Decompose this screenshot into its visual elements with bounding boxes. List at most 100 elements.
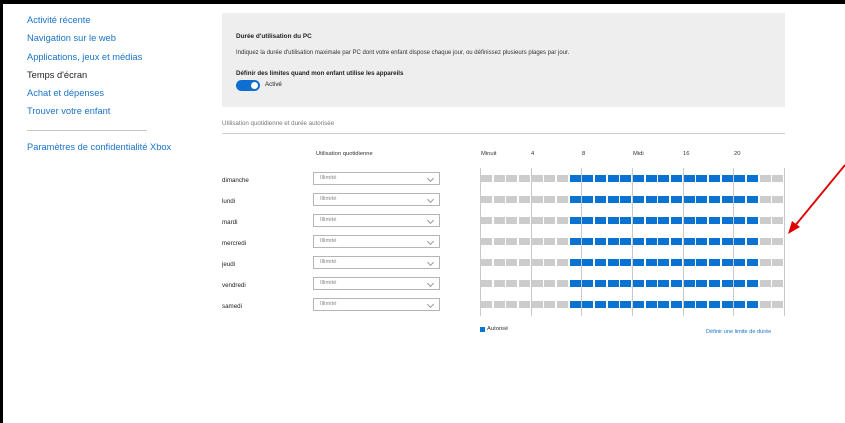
time-slot[interactable] — [620, 280, 632, 287]
time-slot[interactable] — [594, 175, 607, 182]
time-slot[interactable] — [493, 217, 505, 224]
time-slot[interactable] — [569, 280, 581, 287]
time-slot[interactable] — [493, 238, 505, 245]
time-slot[interactable] — [683, 280, 695, 287]
time-slot[interactable] — [557, 301, 569, 308]
time-slot[interactable] — [481, 238, 493, 245]
time-slot[interactable] — [632, 238, 645, 245]
time-slot[interactable] — [721, 238, 733, 245]
time-slot[interactable] — [696, 217, 708, 224]
time-slot[interactable] — [708, 217, 721, 224]
time-slot[interactable] — [658, 301, 670, 308]
time-slot[interactable] — [721, 280, 733, 287]
time-slot[interactable] — [531, 196, 543, 203]
time-slot[interactable] — [746, 280, 759, 287]
time-slot[interactable] — [544, 238, 556, 245]
time-slot[interactable] — [658, 280, 670, 287]
define-time-limit-link[interactable]: Définir une limite de durée — [706, 329, 771, 335]
time-slot[interactable] — [645, 301, 657, 308]
time-slot[interactable] — [708, 301, 721, 308]
time-slot[interactable] — [493, 196, 505, 203]
time-slot[interactable] — [721, 175, 733, 182]
time-slot[interactable] — [620, 217, 632, 224]
time-slot[interactable] — [594, 301, 607, 308]
time-slot[interactable] — [594, 238, 607, 245]
time-slot[interactable] — [734, 301, 746, 308]
time-slot[interactable] — [746, 175, 759, 182]
time-slot[interactable] — [531, 238, 543, 245]
time-slot[interactable] — [582, 196, 594, 203]
time-slot[interactable] — [569, 175, 581, 182]
time-slot[interactable] — [594, 217, 607, 224]
time-slot[interactable] — [683, 217, 695, 224]
usage-select-sunday[interactable]: Illimité — [313, 172, 440, 185]
time-slot[interactable] — [759, 280, 771, 287]
time-slot[interactable] — [734, 217, 746, 224]
time-slot[interactable] — [544, 217, 556, 224]
time-slot[interactable] — [683, 301, 695, 308]
time-slot[interactable] — [582, 175, 594, 182]
time-slot[interactable] — [632, 259, 645, 266]
time-slot[interactable] — [569, 259, 581, 266]
sidebar-item-recent-activity[interactable]: Activité récente — [27, 11, 187, 29]
time-slot[interactable] — [708, 259, 721, 266]
time-slot[interactable] — [658, 238, 670, 245]
time-slot[interactable] — [531, 217, 543, 224]
time-slot[interactable] — [506, 280, 518, 287]
time-slot[interactable] — [759, 196, 771, 203]
time-slot[interactable] — [759, 238, 771, 245]
time-slot[interactable] — [772, 280, 784, 287]
usage-select-monday[interactable]: Illimité — [313, 193, 440, 206]
time-slot[interactable] — [696, 238, 708, 245]
time-slot[interactable] — [607, 238, 619, 245]
time-slot[interactable] — [658, 175, 670, 182]
time-slot[interactable] — [645, 238, 657, 245]
time-slot[interactable] — [607, 280, 619, 287]
time-slot[interactable] — [683, 175, 695, 182]
time-slot[interactable] — [683, 259, 695, 266]
time-slot[interactable] — [632, 175, 645, 182]
time-slot[interactable] — [632, 280, 645, 287]
time-slot[interactable] — [481, 301, 493, 308]
time-slot[interactable] — [594, 196, 607, 203]
time-slot[interactable] — [582, 238, 594, 245]
time-slot[interactable] — [544, 196, 556, 203]
time-slot[interactable] — [683, 238, 695, 245]
time-slot[interactable] — [721, 259, 733, 266]
time-slot[interactable] — [670, 175, 683, 182]
time-slot[interactable] — [734, 238, 746, 245]
time-slot[interactable] — [506, 175, 518, 182]
time-slot[interactable] — [746, 217, 759, 224]
time-slot[interactable] — [696, 196, 708, 203]
time-slot[interactable] — [493, 259, 505, 266]
time-slot[interactable] — [569, 238, 581, 245]
time-slot[interactable] — [481, 259, 493, 266]
time-slot[interactable] — [620, 196, 632, 203]
time-slot[interactable] — [519, 217, 531, 224]
time-slot[interactable] — [506, 217, 518, 224]
sidebar-item-find-your-child[interactable]: Trouver votre enfant — [27, 102, 187, 120]
time-slot[interactable] — [557, 238, 569, 245]
time-slot[interactable] — [734, 259, 746, 266]
time-slot[interactable] — [708, 280, 721, 287]
time-slot[interactable] — [544, 259, 556, 266]
time-slot[interactable] — [506, 238, 518, 245]
time-slot[interactable] — [620, 301, 632, 308]
time-slot[interactable] — [772, 301, 784, 308]
time-slot[interactable] — [481, 175, 493, 182]
time-slot[interactable] — [658, 217, 670, 224]
time-slot[interactable] — [645, 217, 657, 224]
time-slot[interactable] — [531, 175, 543, 182]
time-slot[interactable] — [519, 259, 531, 266]
time-slot[interactable] — [734, 280, 746, 287]
time-slot[interactable] — [493, 301, 505, 308]
time-slot[interactable] — [607, 196, 619, 203]
time-slot[interactable] — [519, 196, 531, 203]
time-slot[interactable] — [493, 175, 505, 182]
time-slot[interactable] — [557, 175, 569, 182]
time-slot[interactable] — [569, 196, 581, 203]
time-slot[interactable] — [759, 217, 771, 224]
time-slot[interactable] — [721, 217, 733, 224]
time-slot[interactable] — [607, 175, 619, 182]
time-slot[interactable] — [645, 259, 657, 266]
